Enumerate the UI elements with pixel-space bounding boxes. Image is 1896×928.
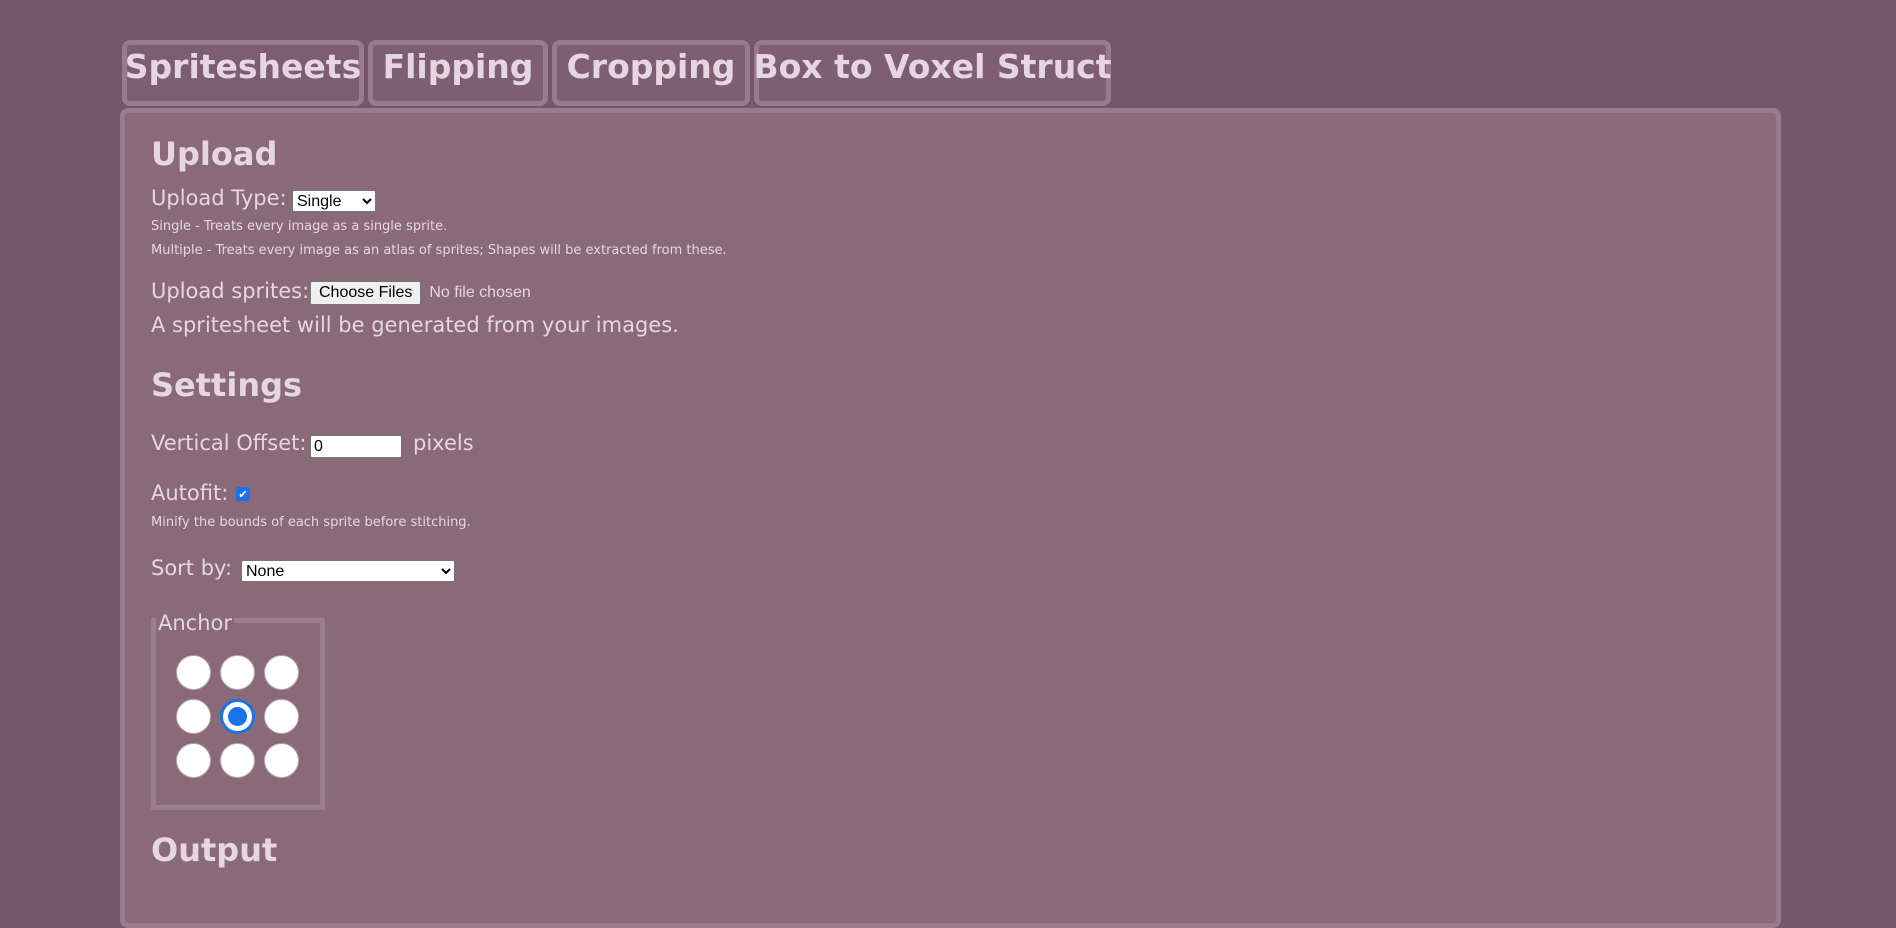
tab-cropping[interactable]: Cropping <box>552 40 750 106</box>
autofit-note: Minify the bounds of each sprite before … <box>151 515 471 530</box>
anchor-middle-left-radio[interactable] <box>176 699 211 734</box>
upload-type-select[interactable]: Single <box>292 190 376 212</box>
anchor-bottom-right-radio[interactable] <box>264 743 299 778</box>
anchor-top-left-radio[interactable] <box>176 655 211 690</box>
anchor-bottom-center-radio[interactable] <box>220 743 255 778</box>
tab-bar: Spritesheets Flipping Cropping Box to Vo… <box>122 40 1112 106</box>
settings-heading: Settings <box>151 366 303 404</box>
vertical-offset-unit: pixels <box>413 431 474 455</box>
anchor-middle-center-radio[interactable] <box>220 699 255 734</box>
anchor-top-right-radio[interactable] <box>264 655 299 690</box>
anchor-legend: Anchor <box>156 611 235 635</box>
output-heading: Output <box>151 831 278 869</box>
sort-by-select[interactable]: None <box>241 560 455 582</box>
tab-box-to-voxel-struct[interactable]: Box to Voxel Struct <box>753 40 1112 106</box>
upload-heading: Upload <box>151 135 278 173</box>
autofit-label: Autofit: <box>151 481 229 505</box>
vertical-offset-input[interactable] <box>310 435 402 458</box>
file-status-text: No file chosen <box>429 284 531 301</box>
spritesheets-panel: Upload Upload Type: Single Single - Trea… <box>120 108 1781 928</box>
anchor-fieldset: Anchor <box>151 611 325 810</box>
upload-type-multiple-note: Multiple - Treats every image as an atla… <box>151 243 727 258</box>
spritesheet-info-text: A spritesheet will be generated from you… <box>151 313 679 337</box>
autofit-checkbox[interactable]: ✔ <box>236 487 250 501</box>
vertical-offset-label: Vertical Offset: <box>151 431 307 455</box>
anchor-bottom-left-radio[interactable] <box>176 743 211 778</box>
choose-files-button[interactable]: Choose Files <box>310 281 422 305</box>
file-input[interactable]: Choose Files No file chosen <box>310 281 531 305</box>
upload-type-label: Upload Type: <box>151 186 287 210</box>
upload-sprites-label: Upload sprites: <box>151 279 310 303</box>
tab-spritesheets[interactable]: Spritesheets <box>122 40 364 106</box>
upload-type-single-note: Single - Treats every image as a single … <box>151 219 448 234</box>
tab-flipping[interactable]: Flipping <box>368 40 548 106</box>
sort-by-label: Sort by: <box>151 556 233 580</box>
anchor-middle-right-radio[interactable] <box>264 699 299 734</box>
anchor-top-center-radio[interactable] <box>220 655 255 690</box>
